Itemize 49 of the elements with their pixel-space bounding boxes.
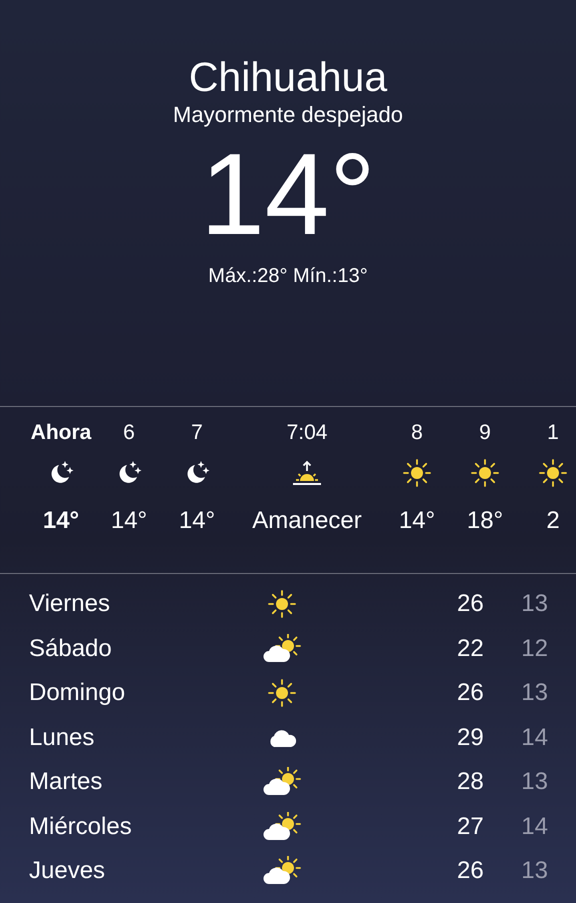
hour-temperature: 14° xyxy=(178,506,216,536)
sun-icon xyxy=(403,459,431,487)
high-temperature: 26 xyxy=(456,857,484,886)
high-low-temperature: Máx.:28° Mín.:13° xyxy=(208,264,368,288)
low-temperature: 12 xyxy=(520,634,548,663)
hour-temperature: 14° xyxy=(110,506,148,536)
day-name: Sábado xyxy=(29,634,113,663)
sun-icon xyxy=(471,459,499,487)
cloud-sun-icon xyxy=(263,634,302,664)
day-name: Viernes xyxy=(29,590,111,618)
low-temperature: 13 xyxy=(520,768,548,796)
high-temperature: 27 xyxy=(456,812,484,841)
sun-icon xyxy=(539,459,567,487)
weather-condition: Mayormente despejado xyxy=(173,102,403,128)
hour-temperature: 18° xyxy=(466,506,504,536)
hour-label: Ahora xyxy=(30,420,92,446)
day-name: Miércoles xyxy=(29,812,133,841)
cloud-sun-icon xyxy=(263,767,302,798)
cloud-sun-icon xyxy=(263,812,302,842)
low-temperature: 13 xyxy=(520,590,548,618)
day-name: Martes xyxy=(29,768,104,796)
day-name: Lunes xyxy=(29,724,96,752)
hour-temperature: 2 xyxy=(546,506,560,536)
cloud-sun-icon xyxy=(263,856,302,886)
current-temperature: 14° xyxy=(200,134,376,254)
high-temperature: 28 xyxy=(456,768,484,796)
high-temperature: 29 xyxy=(456,724,484,752)
low-temperature: 14 xyxy=(520,724,548,752)
hour-label: 7 xyxy=(191,420,203,446)
hour-label: 1 xyxy=(547,420,559,446)
city-name: Chihuahua xyxy=(188,53,388,102)
day-name: Jueves xyxy=(29,857,106,886)
hour-label: 8 xyxy=(411,420,423,446)
sunrise-icon xyxy=(290,460,324,486)
day-name: Domingo xyxy=(29,679,126,708)
high-temperature: 26 xyxy=(456,679,484,708)
low-temperature: 13 xyxy=(520,679,548,708)
hour-temperature: 14° xyxy=(42,506,80,536)
sun-icon xyxy=(268,590,296,618)
hour-temperature: Amanecer xyxy=(252,506,362,536)
low-temperature: 14 xyxy=(520,812,548,841)
hour-temperature: 14° xyxy=(398,506,436,536)
hour-label: 6 xyxy=(123,420,135,446)
sun-icon xyxy=(268,679,296,708)
high-temperature: 26 xyxy=(456,590,484,618)
hour-label: 9 xyxy=(479,420,491,446)
low-temperature: 13 xyxy=(520,857,548,886)
high-temperature: 22 xyxy=(456,634,484,663)
hour-label: 7:04 xyxy=(286,420,328,446)
